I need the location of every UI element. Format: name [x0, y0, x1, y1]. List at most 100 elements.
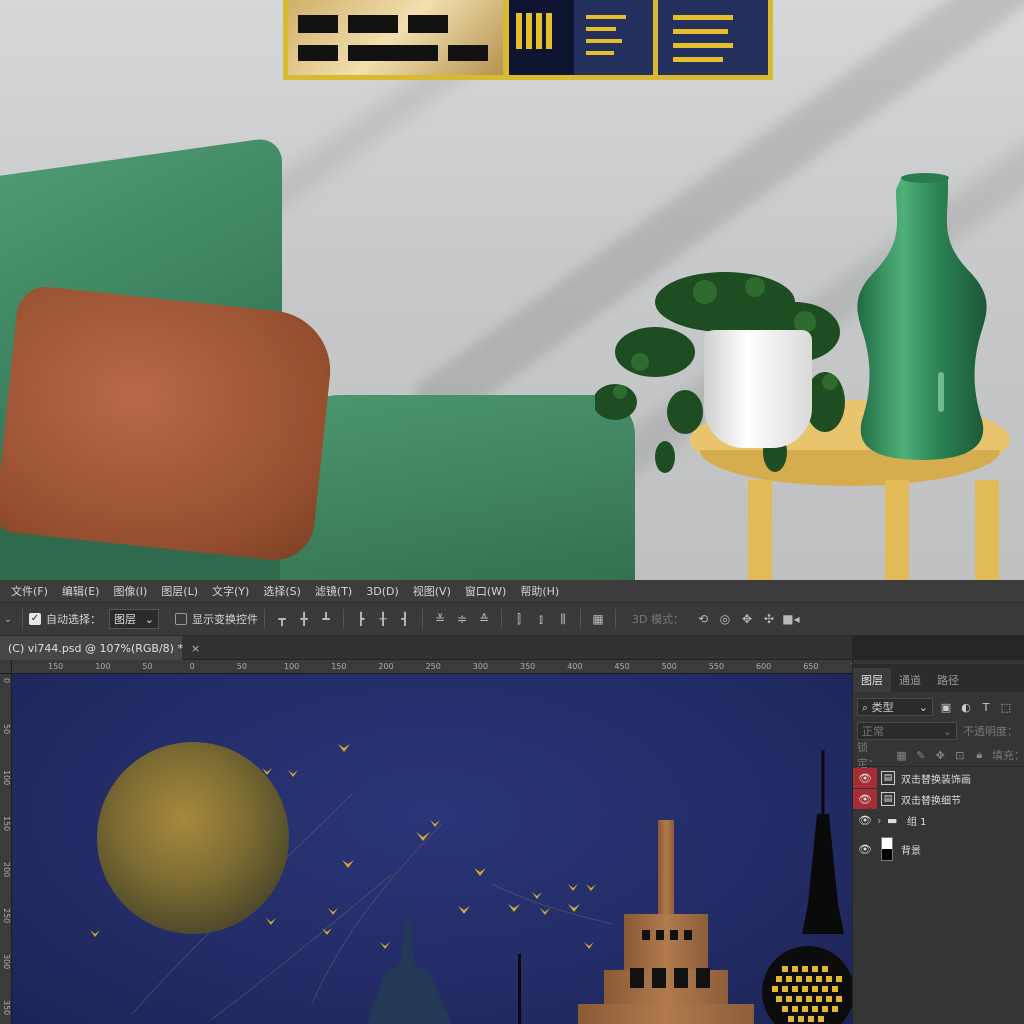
side-table-leg: [885, 480, 909, 580]
menu-layer[interactable]: 图层(L): [154, 583, 205, 599]
auto-select-checkbox[interactable]: ✓: [29, 613, 41, 625]
lock-all-icon[interactable]: 🔒︎: [973, 748, 986, 762]
filter-adjustment-icon[interactable]: ◐: [959, 701, 973, 714]
eye-icon[interactable]: 👁︎: [853, 810, 877, 830]
ruler-tick-label: 0: [2, 678, 11, 684]
smart-object-icon: ▤: [881, 792, 895, 806]
eye-icon[interactable]: 👁︎: [853, 839, 877, 859]
menu-select[interactable]: 选择(S): [256, 583, 308, 599]
document-tab-title: (C) vi744.psd @ 107%(RGB/8) *: [8, 641, 183, 655]
tab-layers[interactable]: 图层: [853, 668, 891, 692]
menu-help[interactable]: 帮助(H): [513, 583, 566, 599]
vertical-ruler[interactable]: 0 50 100 150 200 250 300 350: [0, 674, 12, 1024]
align-vertical-centers-icon[interactable]: ╋: [295, 610, 313, 628]
menu-file[interactable]: 文件(F): [4, 583, 55, 599]
distribute-right-icon[interactable]: ⫼: [554, 610, 572, 628]
artwork-night-city: [90, 742, 852, 1024]
layer-row[interactable]: 👁︎ 背景: [853, 836, 1024, 862]
golden-moon: [97, 742, 289, 934]
menu-edit[interactable]: 编辑(E): [55, 583, 107, 599]
ruler-tick-label: 200: [378, 662, 394, 671]
divider: [615, 609, 616, 629]
lock-image-icon[interactable]: ✎: [914, 749, 927, 762]
fill-label: 填充：: [991, 749, 1024, 762]
filter-shape-icon[interactable]: ⬚: [999, 701, 1013, 714]
layer-row[interactable]: 👁︎ ▤ 双击替换细节: [853, 789, 1024, 809]
3d-scale-icon[interactable]: ■◂: [782, 610, 800, 628]
golden-globe-building: [762, 946, 852, 1024]
distribute-top-icon[interactable]: ≚: [431, 610, 449, 628]
align-left-edges-icon[interactable]: ┣: [352, 610, 370, 628]
auto-align-layers-icon[interactable]: ▦: [589, 610, 607, 628]
ruler-tick-label: 550: [708, 662, 725, 671]
auto-select-target-value: 图层: [114, 613, 136, 626]
leather-pillow: [0, 284, 337, 564]
folder-icon: ▬: [887, 813, 898, 827]
black-spire-tower: [802, 750, 844, 934]
ruler-tick-label: 250: [2, 908, 11, 924]
3d-roll-icon[interactable]: ◎: [716, 610, 734, 628]
align-horizontal-centers-icon[interactable]: ╂: [374, 610, 392, 628]
menu-type[interactable]: 文字(Y): [205, 583, 256, 599]
align-top-edges-icon[interactable]: ┳: [273, 610, 291, 628]
tab-paths[interactable]: 路径: [929, 668, 967, 692]
3d-rotate-icon[interactable]: ⟲: [694, 610, 712, 628]
document-tab[interactable]: (C) vi744.psd @ 107%(RGB/8) * ×: [0, 636, 200, 660]
chevron-down-icon[interactable]: ⌄: [0, 614, 16, 625]
3d-slide-icon[interactable]: ✣: [760, 610, 778, 628]
lock-transparent-icon[interactable]: ▦: [895, 749, 908, 762]
distribute-horizontal-centers-icon[interactable]: ⫾: [532, 610, 550, 628]
horizontal-ruler[interactable]: 150 100 50 0 50 100 150 200 250 300 350 400 450 500 55…: [12, 660, 852, 674]
ruler-tick-label: 500: [661, 662, 677, 671]
distribute-vertical-centers-icon[interactable]: ≑: [453, 610, 471, 628]
filter-pixel-icon[interactable]: ▣: [939, 701, 953, 714]
blend-mode-value: 正常: [862, 725, 884, 738]
divider: [343, 609, 344, 629]
menu-image[interactable]: 图像(I): [106, 583, 154, 599]
chevron-down-icon: ⌄: [144, 612, 154, 626]
show-transform-controls-checkbox[interactable]: [175, 613, 187, 625]
layer-filter-value: 类型: [871, 701, 894, 714]
menu-window[interactable]: 窗口(W): [458, 583, 513, 599]
layers-panel: 图层 通道 路径 ⌕ 类型 ⌄ ▣ ◐ T ⬚ 正常 ⌄ 不透明度： 锁定： ▦…: [852, 660, 1024, 1024]
divider: [853, 766, 1024, 767]
ruler-tick-label: 50: [2, 724, 11, 735]
menu-filter[interactable]: 滤镜(T): [308, 583, 359, 599]
ruler-tick-label: 300: [472, 662, 489, 671]
search-icon: ⌕: [862, 701, 869, 714]
layer-name: 双击替换装饰画: [901, 774, 971, 786]
close-icon[interactable]: ×: [191, 642, 200, 655]
tab-channels[interactable]: 通道: [891, 668, 929, 692]
ruler-tick-label: 100: [2, 770, 11, 786]
layer-filter-dropdown[interactable]: ⌕ 类型 ⌄: [857, 698, 933, 716]
3d-drag-icon[interactable]: ✥: [738, 610, 756, 628]
green-vase: [857, 173, 987, 460]
lock-artboard-icon[interactable]: ⊡: [953, 749, 966, 762]
layer-thumbnail: [881, 837, 893, 861]
3d-mode-label: 3D 模式：: [632, 613, 684, 626]
panel-tab-bar: 图层 通道 路径: [853, 664, 1024, 692]
distribute-bottom-icon[interactable]: ≙: [475, 610, 493, 628]
side-table-leg: [748, 480, 772, 580]
menu-view[interactable]: 视图(V): [406, 583, 458, 599]
ruler-tick-label: 200: [2, 862, 11, 878]
document-canvas[interactable]: [12, 674, 852, 1024]
ruler-tick-label: 450: [614, 662, 630, 671]
menu-3d[interactable]: 3D(D): [359, 585, 406, 598]
white-flower-pot: [704, 330, 812, 448]
eye-icon[interactable]: 👁︎: [853, 768, 877, 788]
lock-position-icon[interactable]: ✥: [934, 749, 947, 762]
layer-row[interactable]: 👁︎ › ▬ 组 1: [853, 810, 1024, 830]
align-right-edges-icon[interactable]: ┫: [396, 610, 414, 628]
ruler-tick-label: 0: [189, 662, 195, 671]
distribute-left-icon[interactable]: ⫿: [510, 610, 528, 628]
room-mockup-photo: [0, 0, 1024, 580]
filter-type-icon[interactable]: T: [979, 701, 993, 714]
align-bottom-edges-icon[interactable]: ┻: [317, 610, 335, 628]
blend-mode-dropdown[interactable]: 正常 ⌄: [857, 722, 957, 740]
auto-select-target-dropdown[interactable]: 图层 ⌄: [109, 609, 159, 629]
ruler-origin[interactable]: [0, 660, 12, 674]
layer-row[interactable]: 👁︎ ▤ 双击替换装饰画: [853, 768, 1024, 788]
chevron-right-icon[interactable]: ›: [877, 814, 887, 827]
eye-icon[interactable]: 👁︎: [853, 789, 877, 809]
